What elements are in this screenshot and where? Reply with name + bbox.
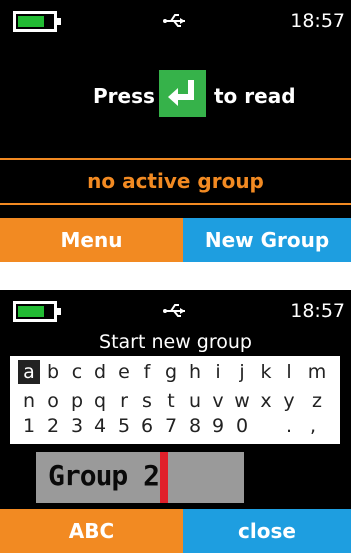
key-y[interactable]: y bbox=[278, 389, 300, 413]
key-4[interactable]: 4 bbox=[89, 414, 111, 438]
clock: 18:57 bbox=[290, 10, 345, 32]
key-t[interactable]: t bbox=[160, 389, 182, 413]
keyboard-row-1: a b c d e f g h i j k l m bbox=[10, 360, 340, 384]
key-q[interactable]: q bbox=[89, 389, 111, 413]
key-0[interactable]: 0 bbox=[231, 414, 253, 438]
key-period[interactable]: . bbox=[278, 414, 300, 438]
close-button[interactable]: close bbox=[183, 509, 351, 553]
battery-icon bbox=[13, 11, 61, 32]
battery-icon bbox=[13, 301, 61, 322]
key-5[interactable]: 5 bbox=[113, 414, 135, 438]
group-name-value: Group 2 bbox=[48, 459, 160, 492]
menu-button[interactable]: Menu bbox=[0, 218, 183, 262]
key-v[interactable]: v bbox=[207, 389, 229, 413]
prompt-to-read-text: to read bbox=[214, 84, 296, 108]
key-c[interactable]: c bbox=[66, 360, 88, 384]
key-g[interactable]: g bbox=[160, 360, 182, 384]
key-w[interactable]: w bbox=[231, 389, 253, 413]
on-screen-keyboard: a b c d e f g h i j k l m n o p q r s t … bbox=[10, 356, 340, 444]
read-prompt: Press to read bbox=[0, 70, 351, 118]
key-3[interactable]: 3 bbox=[66, 414, 88, 438]
group-status-band: no active group bbox=[0, 158, 351, 205]
softkey-bar: ABC close bbox=[0, 509, 351, 553]
prompt-press-text: Press bbox=[93, 84, 155, 108]
key-6[interactable]: 6 bbox=[136, 414, 158, 438]
keyboard-row-3: 1 2 3 4 5 6 7 8 9 0 . , bbox=[10, 414, 340, 438]
key-space[interactable] bbox=[255, 414, 277, 438]
dialog-title: Start new group bbox=[99, 331, 252, 353]
key-2[interactable]: 2 bbox=[42, 414, 64, 438]
key-x[interactable]: x bbox=[255, 389, 277, 413]
key-z[interactable]: z bbox=[306, 389, 328, 413]
key-7[interactable]: 7 bbox=[160, 414, 182, 438]
key-b[interactable]: b bbox=[42, 360, 64, 384]
new-group-button[interactable]: New Group bbox=[183, 218, 351, 262]
key-i[interactable]: i bbox=[207, 360, 229, 384]
key-f[interactable]: f bbox=[136, 360, 158, 384]
keyboard-row-2: n o p q r s t u v w x y z bbox=[10, 389, 340, 413]
status-bar: 18:57 bbox=[0, 0, 351, 44]
enter-key-icon[interactable] bbox=[159, 70, 206, 117]
usb-icon bbox=[163, 14, 185, 27]
key-m[interactable]: m bbox=[306, 360, 328, 384]
key-l[interactable]: l bbox=[278, 360, 300, 384]
text-cursor bbox=[160, 452, 168, 503]
key-a[interactable]: a bbox=[18, 360, 40, 384]
key-h[interactable]: h bbox=[184, 360, 206, 384]
key-9[interactable]: 9 bbox=[207, 414, 229, 438]
key-1[interactable]: 1 bbox=[18, 414, 40, 438]
key-comma[interactable]: , bbox=[302, 414, 324, 438]
key-s[interactable]: s bbox=[136, 389, 158, 413]
key-o[interactable]: o bbox=[42, 389, 64, 413]
key-p[interactable]: p bbox=[66, 389, 88, 413]
key-j[interactable]: j bbox=[231, 360, 253, 384]
status-bar: 18:57 bbox=[0, 290, 351, 334]
key-d[interactable]: d bbox=[89, 360, 111, 384]
group-status-text: no active group bbox=[87, 169, 264, 193]
abc-mode-button[interactable]: ABC bbox=[0, 509, 183, 553]
key-e[interactable]: e bbox=[113, 360, 135, 384]
key-r[interactable]: r bbox=[113, 389, 135, 413]
usb-icon bbox=[163, 304, 185, 317]
group-name-input[interactable]: Group 2 bbox=[36, 452, 244, 503]
main-screen: 18:57 Press to read no active group Menu… bbox=[0, 0, 351, 262]
new-group-screen: 18:57 Start new group a b c d e f g h i … bbox=[0, 290, 351, 553]
key-n[interactable]: n bbox=[18, 389, 40, 413]
softkey-bar: Menu New Group bbox=[0, 218, 351, 262]
key-u[interactable]: u bbox=[184, 389, 206, 413]
key-k[interactable]: k bbox=[255, 360, 277, 384]
clock: 18:57 bbox=[290, 300, 345, 322]
key-8[interactable]: 8 bbox=[184, 414, 206, 438]
